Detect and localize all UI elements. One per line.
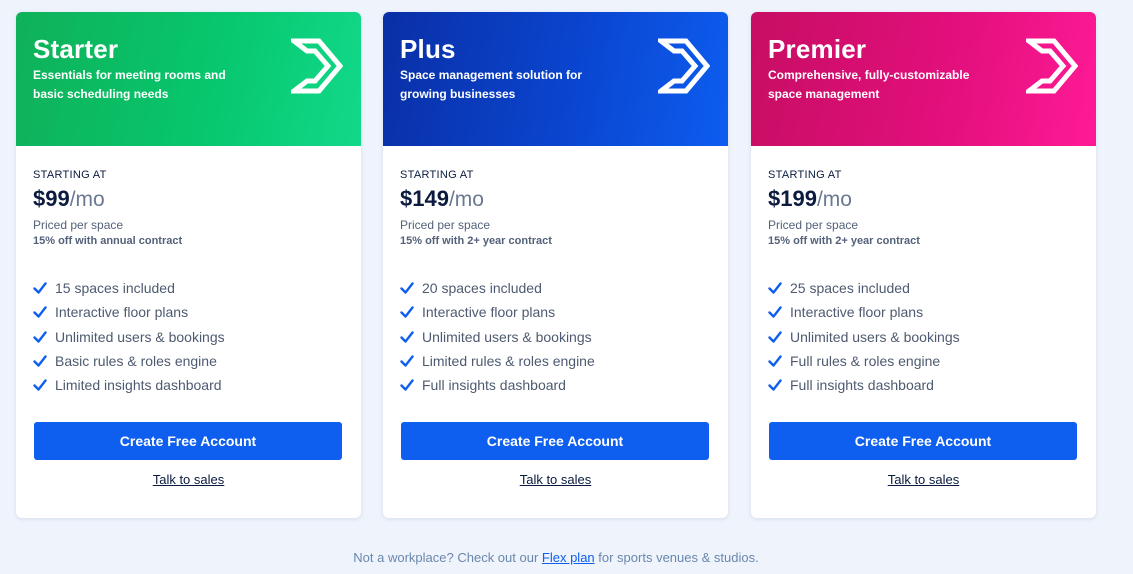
talk-to-sales-link[interactable]: Talk to sales	[751, 472, 1096, 487]
flex-plan-link[interactable]: Flex plan	[542, 550, 595, 565]
plan-name: Plus	[400, 34, 456, 64]
brand-logo-icon	[658, 38, 710, 94]
price-row: $99/mo	[33, 186, 105, 212]
plan-card-premier: Premier Comprehensive, fully-customizabl…	[751, 12, 1096, 518]
plan-name: Starter	[33, 34, 119, 64]
priced-per-note: Priced per space	[33, 218, 124, 232]
plan-card-plus: Plus Space management solution for growi…	[383, 12, 728, 518]
check-icon	[400, 306, 414, 319]
price-unit: /mo	[448, 188, 484, 211]
feature-label: Unlimited users & bookings	[55, 328, 225, 345]
price-amount: $149	[400, 186, 449, 211]
check-icon	[768, 331, 782, 343]
feature-list: 25 spaces included Interactive floor pla…	[768, 276, 960, 397]
check-icon	[400, 331, 414, 343]
feature-item: 25 spaces included	[768, 276, 960, 300]
create-free-account-button[interactable]: Create Free Account	[401, 422, 709, 460]
feature-item: Unlimited users & bookings	[400, 325, 595, 349]
feature-item: Full rules & roles engine	[768, 349, 960, 373]
plan-name: Premier	[768, 34, 867, 64]
footer-suffix: for sports venues & studios.	[594, 550, 759, 565]
feature-list: 15 spaces included Interactive floor pla…	[33, 276, 225, 397]
price-row: $199/mo	[768, 186, 852, 212]
priced-per-note: Priced per space	[400, 218, 491, 232]
footer-note: Not a workplace? Check out our Flex plan…	[0, 550, 1112, 565]
feature-item: 20 spaces included	[400, 276, 595, 300]
feature-item: Interactive floor plans	[768, 300, 960, 324]
feature-list: 20 spaces included Interactive floor pla…	[400, 276, 595, 397]
price-unit: /mo	[816, 188, 852, 211]
priced-per-note: Priced per space	[768, 218, 859, 232]
check-icon	[768, 355, 782, 367]
discount-note: 15% off with 2+ year contract	[400, 235, 552, 247]
check-icon	[400, 282, 414, 294]
feature-item: Limited rules & roles engine	[400, 349, 595, 373]
feature-label: Unlimited users & bookings	[790, 328, 960, 345]
discount-note: 15% off with 2+ year contract	[768, 235, 920, 247]
create-free-account-button[interactable]: Create Free Account	[769, 422, 1077, 460]
check-icon	[400, 379, 414, 392]
check-icon	[33, 306, 47, 319]
feature-label: Full rules & roles engine	[790, 353, 941, 370]
feature-item: Basic rules & roles engine	[33, 349, 225, 373]
feature-label: Full insights dashboard	[790, 377, 934, 394]
price-amount: $199	[768, 186, 817, 211]
feature-item: Limited insights dashboard	[33, 373, 225, 397]
plan-header: Premier Comprehensive, fully-customizabl…	[751, 12, 1096, 146]
feature-label: Basic rules & roles engine	[55, 353, 217, 370]
price-amount: $99	[33, 186, 70, 211]
check-icon	[33, 282, 47, 294]
discount-note: 15% off with annual contract	[33, 235, 183, 247]
check-icon	[768, 306, 782, 319]
feature-item: Interactive floor plans	[33, 300, 225, 324]
feature-label: Interactive floor plans	[422, 304, 556, 321]
price-row: $149/mo	[400, 186, 484, 212]
starting-at-label: STARTING AT	[400, 169, 474, 181]
feature-label: Limited insights dashboard	[55, 377, 222, 394]
feature-item: Full insights dashboard	[400, 373, 595, 397]
check-icon	[400, 355, 414, 367]
feature-item: Full insights dashboard	[768, 373, 960, 397]
check-icon	[33, 355, 47, 367]
brand-logo-icon	[291, 38, 343, 94]
feature-label: 20 spaces included	[422, 280, 542, 297]
feature-label: Interactive floor plans	[55, 304, 189, 321]
talk-to-sales-link[interactable]: Talk to sales	[16, 472, 361, 487]
plan-description: Essentials for meeting rooms and basic s…	[33, 68, 226, 101]
feature-item: 15 spaces included	[33, 276, 225, 300]
feature-item: Interactive floor plans	[400, 300, 595, 324]
feature-label: Interactive floor plans	[790, 304, 924, 321]
brand-logo-icon	[1026, 38, 1078, 94]
check-icon	[33, 331, 47, 343]
plan-header: Starter Essentials for meeting rooms and…	[16, 12, 361, 146]
talk-to-sales-link[interactable]: Talk to sales	[383, 472, 728, 487]
check-icon	[768, 379, 782, 392]
check-icon	[768, 282, 782, 294]
plan-card-starter: Starter Essentials for meeting rooms and…	[16, 12, 361, 518]
feature-label: 25 spaces included	[790, 280, 910, 297]
create-free-account-button[interactable]: Create Free Account	[34, 422, 342, 460]
feature-item: Unlimited users & bookings	[33, 325, 225, 349]
feature-item: Unlimited users & bookings	[768, 325, 960, 349]
check-icon	[33, 379, 47, 392]
feature-label: Full insights dashboard	[422, 377, 566, 394]
starting-at-label: STARTING AT	[33, 169, 107, 181]
plan-description: Space management solution for growing bu…	[400, 68, 583, 101]
starting-at-label: STARTING AT	[768, 169, 842, 181]
price-unit: /mo	[69, 188, 105, 211]
plan-header: Plus Space management solution for growi…	[383, 12, 728, 146]
feature-label: 15 spaces included	[55, 280, 175, 297]
feature-label: Limited rules & roles engine	[422, 353, 595, 370]
feature-label: Unlimited users & bookings	[422, 328, 592, 345]
footer-prefix: Not a workplace? Check out our	[353, 550, 542, 565]
plan-description: Comprehensive, fully-customizable space …	[768, 68, 970, 101]
